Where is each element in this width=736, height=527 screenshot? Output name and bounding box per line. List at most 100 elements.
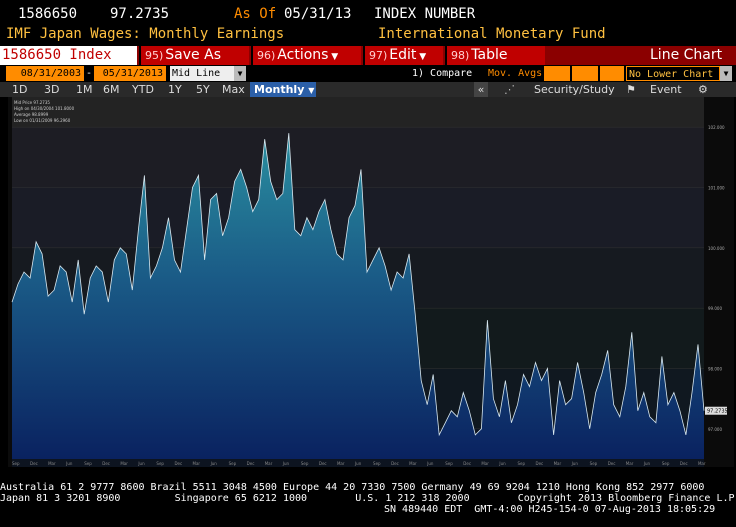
x-tick-label: Dec	[680, 461, 688, 466]
x-tick-label: Sep	[156, 461, 164, 466]
line-chart-icon[interactable]: ⋰	[504, 82, 515, 97]
date-separator: -	[86, 68, 93, 79]
save-as-hotkey: 95)	[145, 49, 164, 62]
x-tick-label: Sep	[84, 461, 92, 466]
security-field[interactable]: 1586650 Index	[0, 46, 137, 65]
mov-avgs-label: Mov. Avgs	[488, 68, 543, 79]
x-tick-label: Sep	[301, 461, 309, 466]
period-3d[interactable]: 3D	[44, 82, 59, 97]
y-tick-label: 101.000	[708, 186, 725, 191]
period-5y[interactable]: 5Y	[196, 82, 210, 97]
event-flag-icon[interactable]: ⚑	[626, 82, 636, 97]
edit-label: Edit	[389, 47, 417, 63]
actions-hotkey: 96)	[257, 49, 276, 62]
series-title: IMF Japan Wages: Monthly Earnings	[6, 26, 285, 42]
x-tick-label: Sep	[662, 461, 670, 466]
period-1m[interactable]: 1M	[76, 82, 93, 97]
x-tick-label: Mar	[48, 461, 56, 466]
lower-chart-select[interactable]: No Lower Chart	[626, 66, 720, 81]
mov-avg-input-3[interactable]	[600, 66, 624, 81]
save-as-label: Save As	[165, 47, 221, 63]
x-tick-label: Sep	[229, 461, 237, 466]
chevron-down-icon[interactable]: ▼	[234, 66, 246, 81]
period-1d[interactable]: 1D	[12, 82, 27, 97]
x-tick-label: Dec	[102, 461, 110, 466]
last-price: 97.2735	[110, 6, 170, 22]
table-button[interactable]: 98) Table	[445, 46, 545, 65]
x-tick-label: Jun	[282, 461, 290, 466]
chevron-down-icon: ▼	[308, 86, 315, 95]
x-tick-label: Dec	[391, 461, 399, 466]
mov-avg-input-2[interactable]	[572, 66, 598, 81]
x-tick-label: Sep	[445, 461, 453, 466]
x-tick-label: Dec	[608, 461, 616, 466]
chevron-down-icon[interactable]: ▼	[720, 66, 732, 81]
security-study-button[interactable]: Security/Study	[534, 82, 615, 97]
x-tick-label: Jun	[137, 461, 145, 466]
x-tick-label: Dec	[463, 461, 471, 466]
footer-session: SN 489440 EDT GMT-4:00 H245-154-0 07-Aug…	[384, 504, 716, 515]
end-date-field[interactable]: 05/31/2013	[94, 66, 166, 81]
x-tick-label: Dec	[319, 461, 327, 466]
x-tick-label: Jun	[354, 461, 362, 466]
ticker-code: 1586650	[18, 6, 78, 22]
frequency-label: Monthly	[254, 83, 305, 96]
chart-type-label: Line Chart	[650, 47, 723, 63]
x-tick-label: Dec	[536, 461, 544, 466]
table-label: Table	[471, 47, 508, 63]
save-as-button[interactable]: 95) Save As	[139, 46, 249, 65]
x-tick-label: Jun	[571, 461, 579, 466]
x-tick-label: Dec	[247, 461, 255, 466]
title-row: IMF Japan Wages: Monthly Earnings Intern…	[0, 26, 736, 44]
footer-contacts-1: Australia 61 2 9777 8600 Brazil 5511 304…	[0, 482, 705, 493]
as-of-label: As Of	[234, 6, 277, 22]
period-6m[interactable]: 6M	[103, 82, 120, 97]
y-tick-label: 97.000	[708, 427, 722, 432]
mid-line-select[interactable]: Mid Line	[170, 66, 234, 81]
x-tick-label: Dec	[174, 461, 182, 466]
chart-area[interactable]: 102.000 101.000 100.000 99.000 98.000 97.000 9…	[8, 97, 734, 492]
compare-button[interactable]: 1) Compare	[412, 66, 472, 81]
period-ytd[interactable]: YTD	[132, 82, 154, 97]
x-tick-label: Jun	[210, 461, 218, 466]
x-tick-label: Sep	[590, 461, 598, 466]
actions-menu-button[interactable]: 96) Actions ▼	[251, 46, 361, 65]
source-label: International Monetary Fund	[378, 26, 606, 42]
event-button[interactable]: Event	[650, 82, 682, 97]
period-bar: 1D 3D 1M 6M YTD 1Y 5Y Max Monthly ▼ « ⋰ …	[0, 82, 736, 97]
chart-legend: Mid Price 97.2735 High on 04/30/2004 101…	[14, 100, 74, 124]
edit-hotkey: 97)	[369, 49, 388, 62]
x-tick-label: Jun	[643, 461, 651, 466]
header-row: 1586650 97.2735 As Of 05/31/13 INDEX NUM…	[0, 6, 736, 24]
x-tick-label: Mar	[409, 461, 417, 466]
x-tick-label: Mar	[193, 461, 201, 466]
x-tick-label: Mar	[698, 461, 706, 466]
x-tick-label: Mar	[265, 461, 273, 466]
period-max[interactable]: Max	[222, 82, 245, 97]
x-tick-label: Mar	[120, 461, 128, 466]
x-tick-label: Mar	[554, 461, 562, 466]
chart-band	[12, 127, 704, 188]
start-date-field[interactable]: 08/31/2003	[6, 66, 84, 81]
gear-icon[interactable]: ⚙	[698, 82, 708, 97]
x-tick-label: Mar	[481, 461, 489, 466]
period-1y[interactable]: 1Y	[168, 82, 182, 97]
table-hotkey: 98)	[451, 49, 470, 62]
as-of-date: 05/31/13	[284, 6, 352, 22]
y-tick-label: 102.000	[708, 125, 725, 130]
date-range-row: 08/31/2003 - 05/31/2013 Mid Line ▼ 1) Co…	[0, 65, 736, 82]
chart-band	[12, 97, 704, 128]
x-tick-label: Sep	[517, 461, 525, 466]
area-chart[interactable]: 102.000 101.000 100.000 99.000 98.000 97.000 9…	[8, 97, 734, 492]
x-tick-label: Sep	[12, 461, 20, 466]
edit-menu-button[interactable]: 97) Edit ▼	[363, 46, 443, 65]
mov-avg-input-1[interactable]	[544, 66, 570, 81]
footer-contacts-2: Japan 81 3 3201 8900 Singapore 65 6212 1…	[0, 493, 736, 504]
collapse-icon[interactable]: «	[474, 82, 488, 97]
y-tick-label: 100.000	[708, 246, 725, 251]
frequency-select[interactable]: Monthly ▼	[250, 82, 316, 97]
x-tick-label: Mar	[626, 461, 634, 466]
chevron-down-icon: ▼	[328, 52, 339, 62]
unit-label: INDEX NUMBER	[374, 6, 476, 22]
last-value-label: 97.2735	[707, 409, 728, 415]
